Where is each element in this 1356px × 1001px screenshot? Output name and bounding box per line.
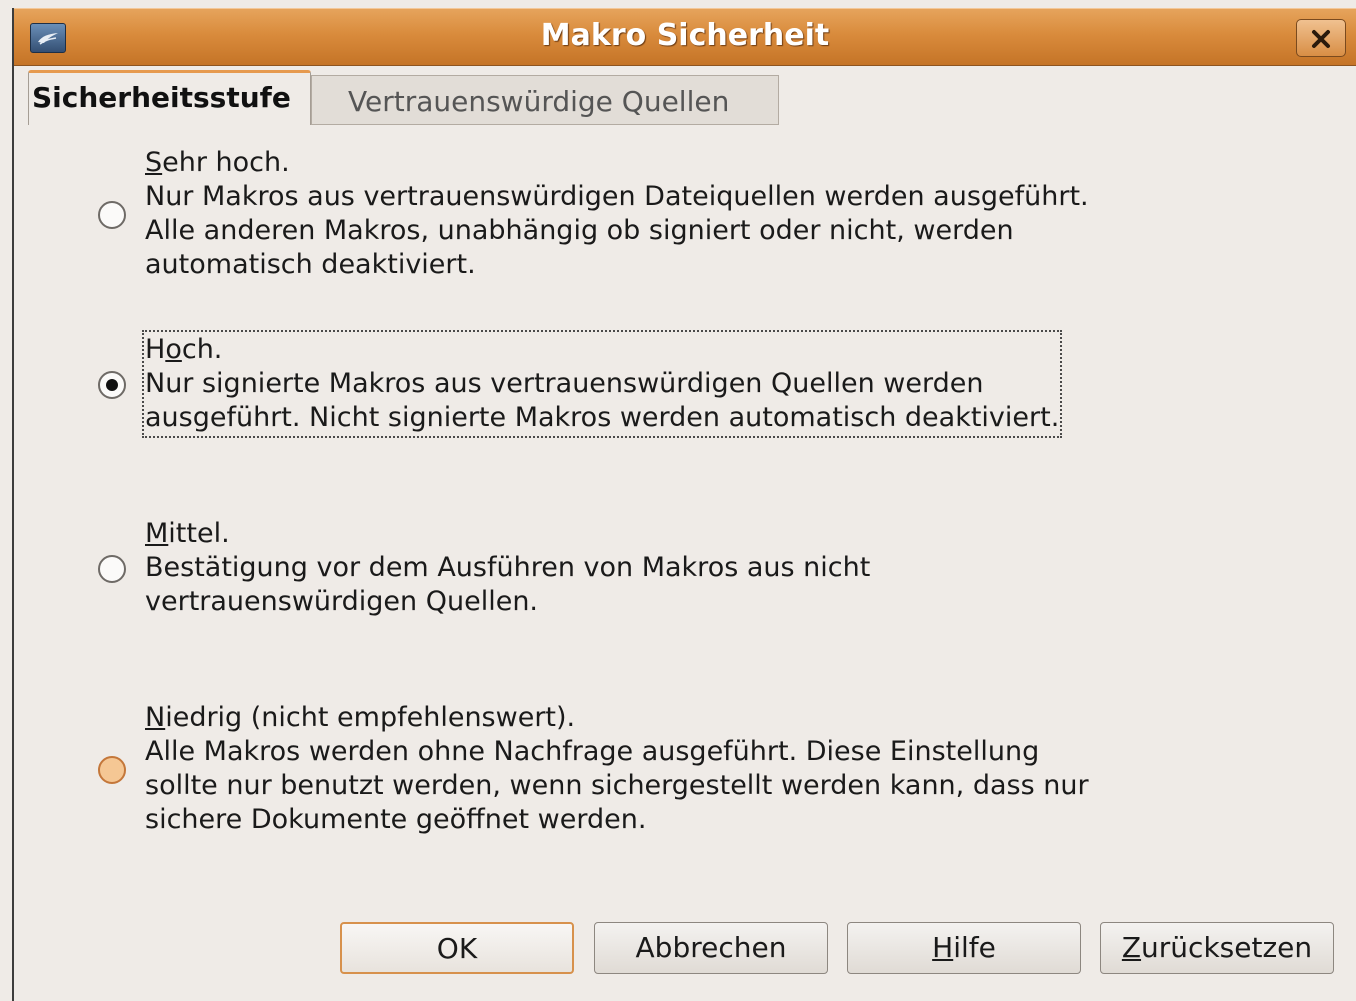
- tab-divider: [311, 124, 779, 125]
- reset-button[interactable]: Zurücksetzen: [1100, 922, 1334, 974]
- option-low-line: sichere Dokumente geöffnet werden.: [145, 804, 647, 835]
- help-button[interactable]: Hilfe: [847, 922, 1081, 974]
- close-icon: [1312, 30, 1330, 48]
- close-button[interactable]: [1296, 19, 1346, 57]
- option-very-high-line: Nur Makros aus vertrauenswürdigen Dateiq…: [145, 181, 1089, 212]
- option-high-heading: Hoch.: [145, 334, 223, 365]
- window-title: Makro Sicherheit: [540, 18, 830, 53]
- tab-trusted-sources[interactable]: Vertrauenswürdige Quellen: [311, 75, 779, 125]
- option-low[interactable]: Niedrig (nicht empfehlenswert). Alle Mak…: [145, 701, 1089, 837]
- option-low-line: sollte nur benutzt werden, wenn sicherge…: [145, 770, 1089, 801]
- option-low-line: Alle Makros werden ohne Nachfrage ausgef…: [145, 736, 1040, 767]
- option-medium[interactable]: Mittel. Bestätigung vor dem Ausführen vo…: [145, 517, 870, 619]
- option-low-heading: Niedrig (nicht empfehlenswert).: [145, 702, 576, 733]
- cancel-button[interactable]: Abbrechen: [594, 922, 828, 974]
- option-very-high[interactable]: Sehr hoch. Nur Makros aus vertrauenswürd…: [145, 146, 1089, 282]
- option-high-line: ausgeführt. Nicht signierte Makros werde…: [145, 402, 1060, 433]
- radio-very-high[interactable]: [98, 201, 126, 229]
- tab-security-level[interactable]: Sicherheitsstufe: [28, 70, 311, 125]
- radio-high[interactable]: [98, 371, 126, 399]
- option-very-high-heading: Sehr hoch.: [145, 147, 290, 178]
- option-high[interactable]: Hoch. Nur signierte Makros aus vertrauen…: [141, 330, 1063, 438]
- title-bar[interactable]: Makro Sicherheit: [14, 8, 1356, 66]
- ok-button[interactable]: OK: [340, 922, 574, 974]
- radio-medium[interactable]: [98, 555, 126, 583]
- radio-low[interactable]: [98, 756, 126, 784]
- option-very-high-line: automatisch deaktiviert.: [145, 249, 476, 280]
- option-very-high-line: Alle anderen Makros, unabhängig ob signi…: [145, 215, 1014, 246]
- option-medium-heading: Mittel.: [145, 518, 230, 549]
- option-medium-line: Bestätigung vor dem Ausführen von Makros…: [145, 552, 871, 583]
- option-medium-line: vertrauenswürdigen Quellen.: [145, 586, 539, 617]
- option-high-line: Nur signierte Makros aus vertrauenswürdi…: [145, 368, 984, 399]
